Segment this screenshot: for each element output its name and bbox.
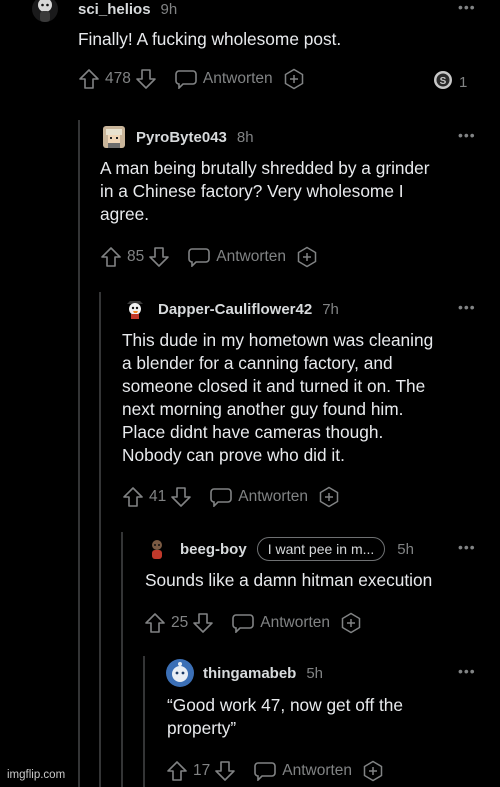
reply-label: Antworten	[282, 762, 353, 779]
comment-body: Finally! A fucking wholesome post.	[78, 29, 342, 49]
comment-header: thingamabeb 5h	[166, 659, 324, 687]
upvote-icon[interactable]	[78, 68, 100, 90]
reply-label: Antworten	[260, 614, 331, 631]
downvote-icon[interactable]	[148, 246, 170, 268]
thread-line[interactable]	[99, 292, 101, 787]
upvote-icon[interactable]	[144, 612, 166, 634]
comment-actions: 25 Antworten	[144, 611, 362, 635]
downvote-icon[interactable]	[214, 760, 236, 782]
duck-avatar-icon[interactable]	[124, 298, 146, 320]
comment-author[interactable]: sci_helios	[78, 1, 151, 18]
speech-bubble-icon	[175, 69, 197, 89]
comment-body: This dude in my hometown was cleaning a …	[122, 330, 434, 465]
more-options-icon[interactable]: •••	[458, 664, 476, 678]
downvote-icon[interactable]	[135, 68, 157, 90]
reply-label: Antworten	[238, 488, 309, 505]
reply-button[interactable]: Antworten	[188, 247, 286, 267]
comment-header: Dapper-Cauliflower42 7h	[124, 297, 339, 321]
downvote-icon[interactable]	[192, 612, 214, 634]
speech-bubble-icon	[188, 247, 211, 267]
comment-timestamp: 8h	[236, 128, 254, 146]
comment-author[interactable]: Dapper-Cauliflower42	[158, 301, 312, 318]
snoo-avatar-icon[interactable]	[32, 0, 58, 22]
reply-button[interactable]: Antworten	[175, 69, 273, 89]
upvote-icon[interactable]	[100, 246, 122, 268]
blue-snoo-avatar-icon[interactable]	[166, 659, 194, 687]
user-flair: I want pee in m...	[256, 537, 386, 561]
award-badge[interactable]: S 1	[433, 70, 467, 94]
vote-count: 25	[171, 614, 189, 631]
thread-line[interactable]	[143, 656, 145, 787]
comment-actions: 85 Antworten	[100, 245, 318, 269]
vote-count: 17	[193, 762, 211, 779]
more-options-icon[interactable]: •••	[458, 540, 476, 554]
pixel-avatar-icon[interactable]	[103, 126, 125, 148]
comment-body: “Good work 47, now get off the property”	[167, 695, 403, 738]
comment-timestamp: 5h	[397, 540, 414, 558]
thread-line[interactable]	[121, 532, 123, 787]
reply-button[interactable]: Antworten	[210, 487, 308, 507]
add-award-icon[interactable]	[340, 612, 362, 634]
comment-actions: 17 Antworten	[166, 759, 384, 783]
silver-award-icon: S	[433, 70, 453, 94]
vote-count: 85	[127, 248, 145, 265]
comment-header: beeg-boy I want pee in m... 5h	[146, 537, 414, 561]
reply-button[interactable]: Antworten	[254, 761, 352, 781]
reply-label: Antworten	[202, 70, 273, 87]
more-options-icon[interactable]: •••	[458, 300, 476, 314]
vote-count: 41	[149, 488, 167, 505]
comment-header: PyroByte043 8h	[103, 125, 254, 149]
award-count: 1	[459, 73, 468, 91]
reply-label: Antworten	[216, 248, 287, 265]
downvote-icon[interactable]	[170, 486, 192, 508]
speech-bubble-icon	[254, 761, 277, 781]
add-award-icon[interactable]	[283, 68, 305, 90]
comment-author[interactable]: PyroByte043	[136, 129, 227, 146]
more-options-icon[interactable]: •••	[458, 128, 476, 142]
speech-bubble-icon	[210, 487, 233, 507]
thread-line[interactable]	[78, 120, 80, 787]
vote-count: 478	[105, 70, 131, 87]
comment-body: Sounds like a damn hitman execution	[145, 570, 433, 590]
comment-timestamp: 9h	[160, 0, 178, 18]
add-award-icon[interactable]	[362, 760, 384, 782]
snoo-avatar-icon[interactable]	[146, 538, 168, 560]
imgflip-watermark: imgflip.com	[7, 769, 66, 781]
svg-text:S: S	[440, 76, 447, 87]
more-options-icon[interactable]: •••	[458, 0, 476, 14]
comment-body: A man being brutally shredded by a grind…	[100, 158, 430, 224]
reply-button[interactable]: Antworten	[232, 613, 330, 633]
comment-author[interactable]: beeg-boy	[180, 541, 247, 558]
add-award-icon[interactable]	[296, 246, 318, 268]
comment-timestamp: 7h	[322, 300, 339, 318]
comment-actions: 478 Antworten	[78, 67, 305, 91]
add-award-icon[interactable]	[318, 486, 340, 508]
upvote-icon[interactable]	[166, 760, 188, 782]
comment-actions: 41 Antworten	[122, 485, 340, 509]
comment-timestamp: 5h	[306, 664, 324, 682]
comment-header: sci_helios 9h	[32, 0, 178, 22]
comment-author[interactable]: thingamabeb	[203, 665, 296, 682]
upvote-icon[interactable]	[122, 486, 144, 508]
speech-bubble-icon	[232, 613, 255, 633]
